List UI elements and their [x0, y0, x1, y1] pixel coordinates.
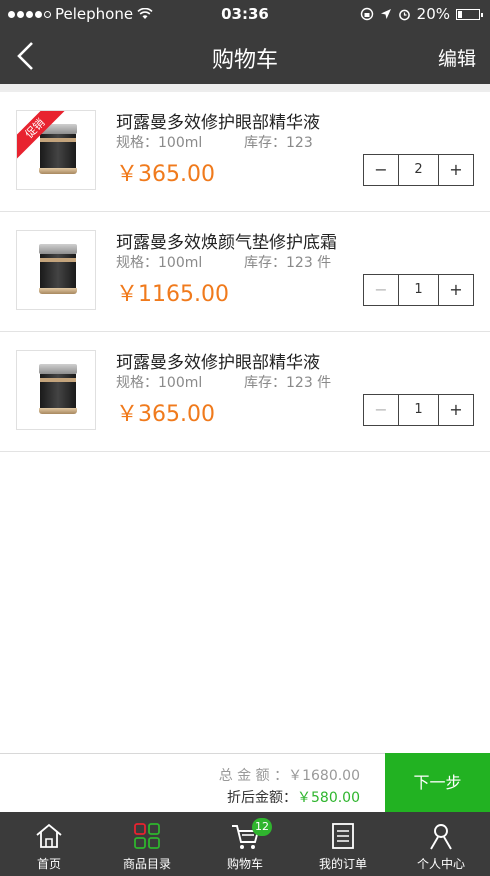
decrease-button[interactable]: − — [364, 155, 399, 185]
quantity-stepper: − 1 + — [363, 274, 474, 306]
increase-button[interactable]: + — [438, 275, 473, 305]
product-spec: 规格：100ml — [116, 375, 203, 391]
cart-item: 促销 珂露曼多效修护眼部精华液 规格：100ml 库存：123 ￥365.00 … — [0, 92, 490, 212]
tab-orders[interactable]: 我的订单 — [294, 812, 392, 876]
grid-icon — [134, 823, 160, 849]
next-step-button[interactable]: 下一步 — [385, 753, 490, 813]
tab-label: 个人中心 — [416, 857, 465, 871]
tab-label: 我的订单 — [318, 857, 367, 871]
product-name[interactable]: 珂露曼多效修护眼部精华液 — [116, 108, 320, 133]
tab-label: 首页 — [36, 857, 61, 871]
decrease-button[interactable]: − — [364, 395, 399, 425]
alarm-icon — [398, 9, 410, 20]
discount-label: 折后金额： — [227, 790, 297, 806]
tab-label: 商品目录 — [122, 857, 171, 871]
quantity-value[interactable]: 1 — [399, 275, 438, 305]
product-stock: 库存：123 — [244, 135, 313, 151]
cart-item: 珂露曼多效修护眼部精华液 规格：100ml 库存：123 件 ￥365.00 −… — [0, 332, 490, 452]
decrease-button[interactable]: − — [364, 275, 399, 305]
status-bar: Pelephone 03:36 20% — [0, 0, 490, 28]
order-list-icon — [332, 823, 354, 849]
product-price: ￥1165.00 — [116, 282, 229, 307]
product-name[interactable]: 珂露曼多效焕颜气垫修护底霜 — [116, 228, 337, 253]
total-label: 总 金 额 ： — [218, 768, 289, 784]
quantity-stepper: − 1 + — [363, 394, 474, 426]
increase-button[interactable]: + — [438, 155, 473, 185]
location-icon — [380, 9, 391, 19]
product-stock: 库存：123 件 — [244, 375, 332, 391]
rotation-lock-icon — [360, 7, 373, 21]
battery-icon — [456, 8, 483, 20]
quantity-value[interactable]: 2 — [399, 155, 438, 185]
product-image[interactable] — [16, 230, 96, 310]
product-spec: 规格：100ml — [116, 135, 203, 151]
cart-item: 珂露曼多效焕颜气垫修护底霜 规格：100ml 库存：123 件 ￥1165.00… — [0, 212, 490, 332]
tab-bar: 首页 商品目录 12 购物车 我的订单 个人中心 — [0, 812, 490, 876]
home-icon — [36, 823, 62, 848]
nav-header: 购物车 编辑 — [0, 28, 490, 84]
total-value: ￥1680.00 — [288, 768, 360, 784]
status-right: 20% — [360, 5, 483, 23]
person-icon — [430, 824, 452, 850]
cart-badge: 12 — [252, 818, 272, 836]
tab-cart[interactable]: 12 购物车 — [196, 812, 294, 876]
tab-home[interactable]: 首页 — [0, 812, 98, 876]
quantity-value[interactable]: 1 — [399, 395, 438, 425]
battery-percent: 20% — [416, 5, 450, 23]
product-price: ￥365.00 — [116, 162, 215, 187]
increase-button[interactable]: + — [438, 395, 473, 425]
product-price: ￥365.00 — [116, 402, 215, 427]
tab-profile[interactable]: 个人中心 — [392, 812, 490, 876]
discount-amount: 折后金额：￥580.00 — [227, 787, 360, 807]
product-jar — [39, 364, 77, 414]
product-image[interactable] — [16, 350, 96, 430]
quantity-stepper: − 2 + — [363, 154, 474, 186]
discount-value: ￥580.00 — [297, 790, 360, 806]
product-image[interactable]: 促销 — [16, 110, 96, 190]
page-title: 购物车 — [211, 48, 278, 73]
battery-fill — [458, 10, 462, 18]
tab-label: 购物车 — [226, 857, 263, 871]
edit-button[interactable]: 编辑 — [438, 44, 476, 71]
promo-ribbon: 促销 — [17, 111, 65, 159]
product-spec: 规格：100ml — [116, 255, 203, 271]
tab-catalog[interactable]: 商品目录 — [98, 812, 196, 876]
total-amount: 总 金 额 ：￥1680.00 — [219, 765, 360, 785]
promo-label: 促销 — [17, 111, 65, 159]
product-name[interactable]: 珂露曼多效修护眼部精华液 — [116, 348, 320, 373]
product-stock: 库存：123 件 — [244, 255, 332, 271]
checkout-bar: 总 金 额 ：￥1680.00 折后金额：￥580.00 下一步 — [0, 753, 490, 813]
header-divider — [0, 84, 490, 92]
product-jar — [39, 244, 77, 294]
